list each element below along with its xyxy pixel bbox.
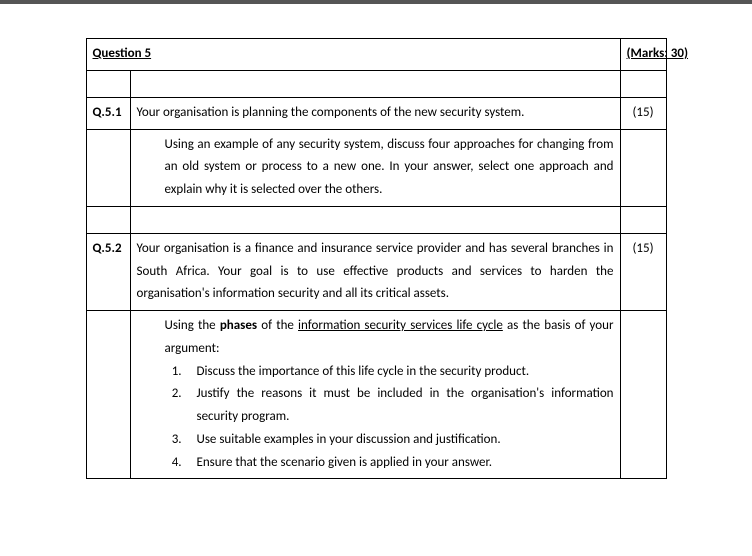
question-table: Question 5 (Marks: 30) Q.5.1 Your organi… [86,38,667,479]
q52-intro-row: Q.5.2 Your organisation is a finance and… [86,233,666,310]
q51-intro-row: Q.5.1 Your organisation is planning the … [86,97,666,129]
list-item: Ensure that the scenario given is applie… [185,452,614,475]
spacer-row [86,206,666,233]
q51-body-row: Using an example of any security system,… [86,129,666,206]
question-title: Question 5 [86,39,620,71]
q52-body: Using the phases of the information secu… [137,315,614,474]
q52-lead-pre: Using the [165,318,220,333]
q52-id-blank [86,311,130,479]
q52-marks: (15) [620,233,666,310]
q52-lead-mid: of the [257,318,298,333]
q52-lead-bold: phases [220,318,257,333]
q52-intro: Your organisation is a finance and insur… [130,233,620,310]
q52-list: Discuss the importance of this life cycl… [165,361,614,475]
q52-id: Q.5.2 [86,233,130,310]
page: Question 5 (Marks: 30) Q.5.1 Your organi… [0,0,752,556]
question-total-marks: (Marks: 30) [620,39,666,71]
q52-body-row: Using the phases of the information secu… [86,311,666,479]
list-item: Use suitable examples in your discussion… [185,429,614,452]
q52-lead-uline: information security services life cycle [298,318,503,333]
spacer-row [86,70,666,97]
q52-marks-blank [620,311,666,479]
table-header-row: Question 5 (Marks: 30) [86,39,666,71]
q51-id-blank [86,129,130,206]
q52-body-cell: Using the phases of the information secu… [130,311,620,479]
q51-id: Q.5.1 [86,97,130,129]
q51-marks-blank [620,129,666,206]
q51-marks: (15) [620,97,666,129]
q51-intro: Your organisation is planning the compon… [130,97,620,129]
q52-lead: Using the phases of the information secu… [165,315,614,361]
list-item: Discuss the importance of this life cycl… [185,361,614,384]
q51-body-cell: Using an example of any security system,… [130,129,620,206]
top-rule [0,0,752,4]
q51-body: Using an example of any security system,… [137,134,614,202]
list-item: Justify the reasons it must be included … [185,383,614,429]
